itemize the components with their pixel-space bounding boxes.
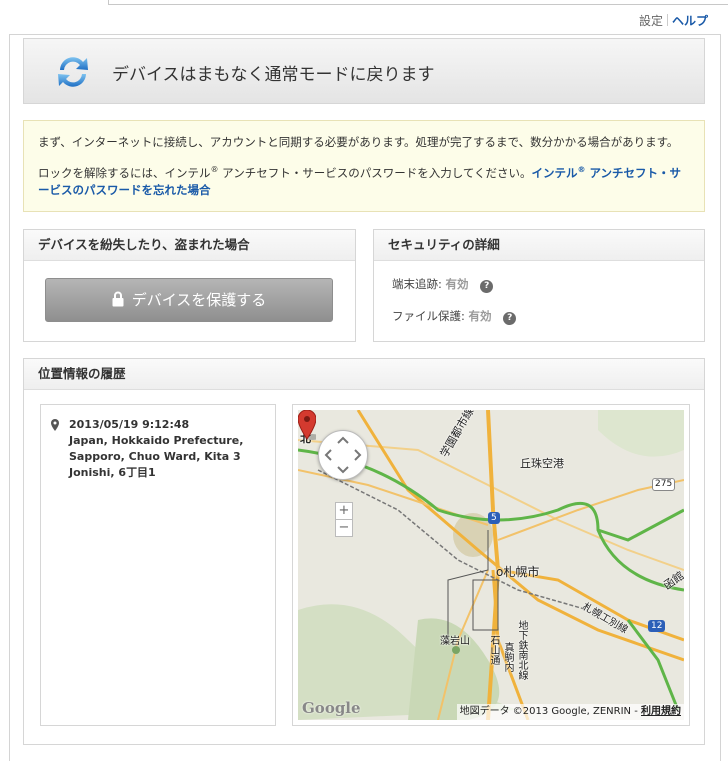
- map-label-route12: 12: [648, 620, 666, 632]
- status-banner: デバイスはまもなく通常モードに戻ります: [23, 38, 705, 104]
- map-pan-control[interactable]: [318, 430, 368, 480]
- notice-text-2: ロックを解除するには、インテル® アンチセフト・サービスのパスワードを入力してく…: [38, 161, 692, 199]
- map-label-okadama: 丘珠空港: [520, 457, 564, 470]
- protect-button-label: デバイスを保護する: [131, 291, 267, 309]
- security-panel-title: セキュリティの詳細: [374, 230, 704, 261]
- tracking-value: 有効: [445, 277, 469, 291]
- location-entry-text: 2013/05/19 9:12:48 Japan, Hokkaido Prefe…: [69, 417, 269, 481]
- forgot-link-prefix: インテル: [531, 165, 578, 180]
- security-row-file: ファイル保護: 有効 ?: [392, 308, 517, 325]
- top-links: 設定 ヘルプ: [639, 12, 708, 29]
- location-address-2: Sapporo, Chuo Ward, Kita 3: [69, 450, 241, 463]
- location-datetime: 2013/05/19 9:12:48: [69, 418, 190, 431]
- location-panel-title: 位置情報の履歴: [24, 359, 704, 390]
- map-credit-text: 地図データ ©2013 Google, ZENRIN -: [459, 706, 641, 717]
- security-panel: セキュリティの詳細 端末追跡: 有効 ? ファイル保護: 有効 ?: [373, 229, 705, 342]
- map-terms-link[interactable]: 利用規約: [641, 706, 681, 717]
- map-label-sapporo: o札幌市: [496, 565, 540, 579]
- lost-panel-title: デバイスを紛失したり、盗まれた場合: [24, 230, 355, 261]
- banner-title: デバイスはまもなく通常モードに戻ります: [112, 65, 435, 85]
- map-credit: 地図データ ©2013 Google, ZENRIN - 利用規約: [456, 704, 684, 720]
- file-protection-label: ファイル保護:: [392, 309, 465, 323]
- map-frame: 北 学園都市線 丘珠空港 275 5 o札幌市 札幌工別線 函館 12 藻岩山 …: [292, 404, 690, 726]
- map-label-moiwa: 藻岩山: [440, 636, 470, 647]
- help-link[interactable]: ヘルプ: [672, 14, 708, 28]
- google-logo: Google: [302, 699, 361, 717]
- tracking-help-icon[interactable]: ?: [480, 280, 494, 293]
- notice-box: まず、インターネットに接続し、アカウントと同期する必要があります。処理が完了する…: [23, 120, 705, 212]
- notice-text-2-prefix: ロックを解除するには、インテル: [38, 165, 211, 180]
- lost-device-panel: デバイスを紛失したり、盗まれた場合 デバイスを保護する: [23, 229, 356, 342]
- link-divider: [666, 14, 668, 26]
- map-label-route5: 5: [488, 512, 500, 524]
- registered-mark-link: ®: [577, 165, 586, 174]
- file-protection-value: 有効: [468, 309, 492, 323]
- file-protection-help-icon[interactable]: ?: [503, 312, 517, 325]
- location-address-1: Japan, Hokkaido Prefecture,: [69, 434, 244, 447]
- tracking-label: 端末追跡:: [392, 277, 442, 291]
- map-label-ishiyama: 石山通: [488, 635, 499, 665]
- map-zoom-out-button[interactable]: −: [335, 519, 353, 537]
- map-label-route275: 275: [652, 478, 676, 491]
- settings-link[interactable]: 設定: [639, 14, 663, 28]
- registered-mark: ®: [210, 165, 219, 174]
- location-address-3: Jonishi, 6丁目1: [69, 466, 156, 479]
- map-label-subway: 地下鉄南北線: [516, 620, 527, 680]
- location-history-panel: 位置情報の履歴 2013/05/19 9:12:48 Japan, Hokkai…: [23, 358, 705, 745]
- security-row-tracking: 端末追跡: 有効 ?: [392, 276, 494, 293]
- sync-icon: [58, 57, 88, 87]
- map-label-makomanai: 真駒内: [502, 642, 513, 672]
- map-zoom-in-button[interactable]: +: [335, 502, 353, 520]
- pan-arrows-icon: [324, 436, 362, 474]
- notice-text-2-mid: アンチセフト・サービスのパスワードを入力してください。: [218, 165, 532, 180]
- location-list: 2013/05/19 9:12:48 Japan, Hokkaido Prefe…: [40, 404, 276, 726]
- top-tab-edge: [108, 0, 728, 5]
- protect-device-button[interactable]: デバイスを保護する: [45, 278, 333, 322]
- map-marker-icon: [298, 410, 316, 440]
- lock-icon: [112, 291, 124, 307]
- map-pin-icon: [51, 419, 59, 431]
- top-tab-strip: [0, 0, 728, 6]
- notice-text-1: まず、インターネットに接続し、アカウントと同期する必要があります。処理が完了する…: [38, 135, 679, 149]
- location-map[interactable]: 北 学園都市線 丘珠空港 275 5 o札幌市 札幌工別線 函館 12 藻岩山 …: [298, 410, 684, 720]
